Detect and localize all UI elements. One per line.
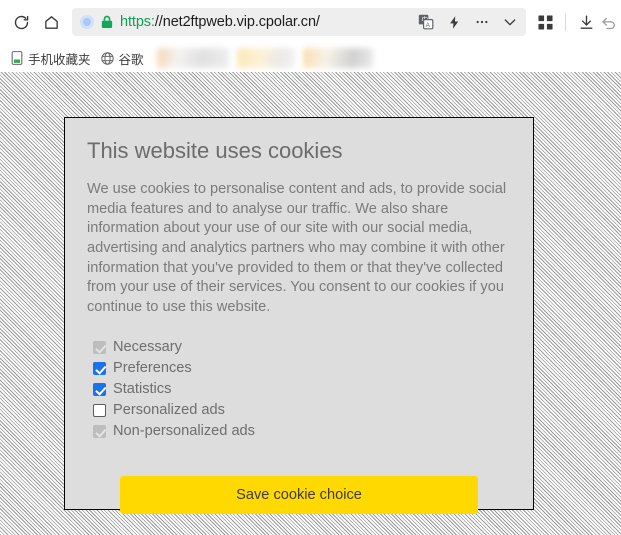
bookmark-label: 谷歌	[118, 52, 144, 67]
option-label: Necessary	[113, 339, 182, 356]
page-content: This website uses cookies We use cookies…	[0, 72, 621, 535]
redacted-bookmark-2[interactable]	[236, 48, 295, 68]
bookmark-label: 手机收藏夹	[28, 52, 91, 67]
checkbox-personalized-ads[interactable]	[93, 403, 106, 417]
bookmark-item-mobile[interactable]: 手机收藏夹	[6, 47, 96, 69]
lightning-bolt-icon[interactable]	[440, 9, 468, 35]
url-text: https://net2ftpweb.vip.cpolar.cn/	[120, 14, 412, 30]
cookie-consent-dialog: This website uses cookies We use cookies…	[64, 117, 534, 515]
url-rest: //net2ftpweb.vip.cpolar.cn/	[154, 14, 320, 30]
reload-icon[interactable]	[6, 7, 36, 37]
toolbar-divider	[565, 13, 566, 31]
option-row-non-personalized-ads[interactable]: Non-personalized ads	[93, 421, 511, 441]
option-label: Personalized ads	[113, 402, 225, 419]
browser-chrome: https://net2ftpweb.vip.cpolar.cn/ 中 A	[0, 0, 621, 72]
cookie-options-list: Necessary Preferences Statistics Persona…	[93, 337, 511, 441]
option-row-statistics[interactable]: Statistics	[93, 379, 511, 399]
option-label: Preferences	[113, 360, 192, 377]
translate-icon[interactable]: 中 A	[412, 9, 440, 35]
more-options-icon[interactable]	[468, 9, 496, 35]
dialog-body-text: We use cookies to personalise content an…	[87, 181, 507, 315]
dialog-title: This website uses cookies	[87, 138, 343, 163]
option-row-personalized-ads[interactable]: Personalized ads	[93, 400, 511, 420]
url-scheme: https:	[120, 14, 155, 30]
redacted-bookmark-3[interactable]	[302, 48, 373, 68]
option-label: Non-personalized ads	[113, 423, 255, 440]
option-label: Statistics	[113, 381, 172, 398]
checkbox-necessary	[93, 340, 106, 354]
checkbox-preferences[interactable]	[93, 361, 106, 375]
address-bar[interactable]: https://net2ftpweb.vip.cpolar.cn/ 中 A	[72, 8, 526, 36]
home-icon[interactable]	[36, 7, 66, 37]
undo-arrow-icon[interactable]	[601, 7, 617, 37]
svg-text:A: A	[426, 22, 431, 29]
globe-icon	[100, 51, 114, 65]
chevron-down-icon[interactable]	[496, 9, 524, 35]
dialog-actions: Save cookie choice	[87, 476, 511, 515]
option-row-necessary[interactable]: Necessary	[93, 337, 511, 357]
mobile-bookmarks-icon	[11, 51, 23, 65]
bookmark-item-google[interactable]: 谷歌	[96, 47, 149, 69]
redacted-bookmark-1[interactable]	[156, 48, 229, 68]
bookmarks-bar: 手机收藏夹 谷歌	[0, 44, 621, 72]
download-icon[interactable]	[571, 7, 601, 37]
lock-icon[interactable]	[101, 15, 113, 29]
checkbox-statistics[interactable]	[93, 382, 106, 396]
omnibox-actions: 中 A	[412, 9, 524, 35]
browser-toolbar: https://net2ftpweb.vip.cpolar.cn/ 中 A	[0, 0, 621, 44]
checkbox-non-personalized-ads	[93, 424, 106, 438]
option-row-preferences[interactable]: Preferences	[93, 358, 511, 378]
save-cookie-choice-button[interactable]: Save cookie choice	[120, 476, 478, 515]
tracking-protection-icon[interactable]	[80, 15, 94, 29]
apps-grid-icon[interactable]	[530, 7, 560, 37]
